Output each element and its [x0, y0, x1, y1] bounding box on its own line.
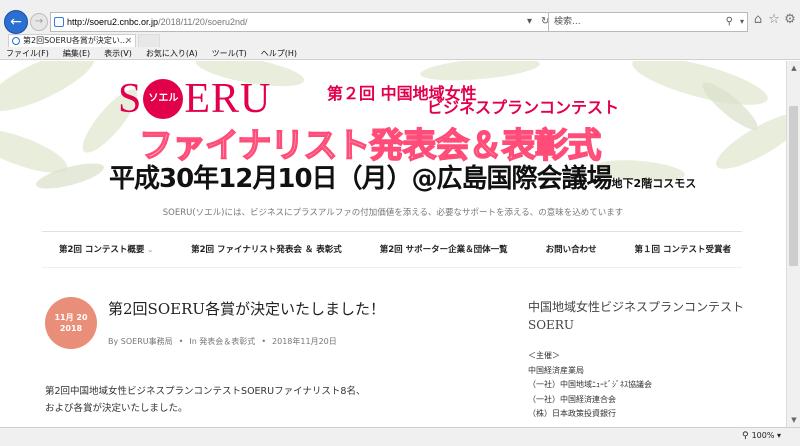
- sidebar-list-item: （株）日本政策投資銀行: [528, 409, 616, 418]
- soeru-logo[interactable]: S ソエル ERU: [118, 74, 271, 124]
- close-tab-icon[interactable]: ✕: [125, 35, 132, 47]
- home-icon[interactable]: ⌂: [750, 12, 766, 28]
- favorites-star-icon[interactable]: ☆: [766, 12, 782, 28]
- contest-subtitle-line2: ビジネスプランコンテスト: [427, 98, 620, 117]
- nav-divider: [42, 267, 742, 268]
- tab-active[interactable]: 第2回SOERU各賞が決定い... ✕: [8, 34, 136, 47]
- zoom-level: 100%: [751, 431, 775, 440]
- menu-bar: ファイル(F) 編集(E) 表示(V) お気に入り(A) ツール(T) ヘルプ(…: [0, 47, 800, 60]
- header-divider: [42, 231, 742, 232]
- menu-file[interactable]: ファイル(F): [6, 47, 49, 60]
- settings-gear-icon[interactable]: ⚙: [782, 12, 798, 28]
- post-date: 2018年11月20日: [272, 337, 337, 346]
- post-author[interactable]: By SOERU事務局: [108, 337, 173, 346]
- nav-item-contact[interactable]: お問い合わせ: [546, 243, 597, 255]
- forward-arrow-icon[interactable]: →: [30, 13, 48, 31]
- nav-item-finalist-event[interactable]: 第2回 ファイナリスト発表会 ＆ 表彰式: [191, 243, 342, 255]
- address-dropdown-icon[interactable]: ▾: [527, 13, 532, 31]
- sidebar-list-item: （一社）中国地域ﾆｭｰﾋﾞｼﾞﾈｽ協議会: [528, 380, 652, 389]
- sidebar-organizers: ＜主催＞ 中国経済産業局 （一社）中国地域ﾆｭｰﾋﾞｼﾞﾈｽ協議会 （一社）中国…: [528, 349, 652, 422]
- post-meta: By SOERU事務局 • In 発表会＆表彰式 • 2018年11月20日: [108, 336, 337, 347]
- event-date-heading: 平成30年12月10日（月）@広島国際会議場地下2階コスモス: [109, 158, 696, 195]
- tab-title: 第2回SOERU各賞が決定い...: [23, 36, 128, 45]
- scroll-up-icon[interactable]: ▲: [787, 61, 800, 75]
- nav-item-label: 第2回 コンテスト概要: [58, 245, 145, 255]
- post-category[interactable]: In 発表会＆表彰式: [189, 337, 255, 346]
- search-placeholder: 検索...: [554, 17, 581, 27]
- menu-help[interactable]: ヘルプ(H): [261, 47, 297, 60]
- post-date-badge: 11月 20 2018: [45, 297, 97, 349]
- back-arrow-icon[interactable]: ←: [4, 10, 28, 34]
- address-bar[interactable]: http://soeru2.cnbc.or.jp/2018/11/20/soer…: [50, 12, 555, 32]
- scroll-down-icon[interactable]: ▼: [787, 413, 800, 427]
- logo-circle: ソエル: [143, 79, 184, 119]
- page-viewport: S ソエル ERU 第２回 中国地域女性 ビジネスプランコンテスト ファイナリス…: [0, 61, 786, 427]
- menu-edit[interactable]: 編集(E): [63, 47, 90, 60]
- meta-bullet: •: [261, 337, 267, 346]
- vertical-scrollbar[interactable]: ▲ ▼: [786, 61, 800, 427]
- site-tagline: SOERU(ソエル)には、ビジネスにプラスアルファの付加価値を添える、必要なサポ…: [162, 208, 624, 218]
- post-body-line: 第2回中国地域女性ビジネスプランコンテストSOERUファイナリスト8名、: [45, 386, 366, 397]
- zoom-icon: ⚲: [742, 431, 749, 441]
- search-icon[interactable]: ⚲: [726, 13, 733, 31]
- menu-tools[interactable]: ツール(T): [212, 47, 247, 60]
- search-dropdown-icon[interactable]: ▾: [740, 13, 744, 31]
- sidebar-title: 中国地域女性ビジネスプランコンテスト SOERU: [528, 300, 745, 332]
- chevron-down-icon: ⌄: [147, 246, 154, 254]
- tab-favicon-icon: [12, 37, 20, 45]
- meta-bullet: •: [178, 337, 184, 346]
- status-bar: ⚲ 100% ▾: [0, 427, 800, 446]
- address-host: http://soeru2.cnbc.or.jp: [67, 17, 159, 27]
- sidebar-list-item: ＜主催＞: [528, 351, 560, 360]
- menu-favorites[interactable]: お気に入り(A): [146, 47, 198, 60]
- post-body-line: および各賞が決定いたしました。: [45, 403, 188, 414]
- new-tab-button[interactable]: [138, 34, 160, 47]
- post-title[interactable]: 第2回SOERU各賞が決定いたしました！: [108, 298, 385, 319]
- event-date: 平成30年12月10日（月）@広島国際会議場: [109, 164, 613, 194]
- sidebar-list-item: （一社）中国経済連合会: [528, 394, 616, 404]
- nav-item-contest-overview[interactable]: 第2回 コンテスト概要 ⌄: [59, 243, 153, 255]
- logo-letter-s: S: [118, 76, 143, 122]
- event-place: 地下2階コスモス: [611, 177, 697, 190]
- main-navigation: 第2回 コンテスト概要 ⌄ 第2回 ファイナリスト発表会 ＆ 表彰式 第2回 サ…: [40, 243, 750, 255]
- address-path: /2018/11/20/soeru2nd/: [158, 17, 248, 27]
- site-favicon-icon: [54, 17, 64, 27]
- zoom-control[interactable]: ⚲ 100% ▾: [742, 431, 781, 441]
- post-date-year: 2018: [59, 324, 83, 333]
- menu-view[interactable]: 表示(V): [104, 47, 132, 60]
- post-date-day: 11月 20: [54, 313, 88, 322]
- browser-chrome: ← → http://soeru2.cnbc.or.jp/2018/11/20/…: [0, 0, 800, 60]
- nav-item-first-winners[interactable]: 第１回 コンテスト受賞者: [635, 243, 731, 255]
- nav-item-supporters[interactable]: 第2回 サポーター企業＆団体一覧: [380, 243, 508, 255]
- logo-letters-eru: ERU: [184, 76, 272, 122]
- search-input[interactable]: 検索... ⚲ ▾: [548, 12, 748, 32]
- post-body: 第2回中国地域女性ビジネスプランコンテストSOERUファイナリスト8名、 および…: [45, 383, 365, 417]
- sidebar-list-item: 中国経済産業局: [528, 365, 584, 375]
- scrollbar-thumb[interactable]: [789, 106, 798, 266]
